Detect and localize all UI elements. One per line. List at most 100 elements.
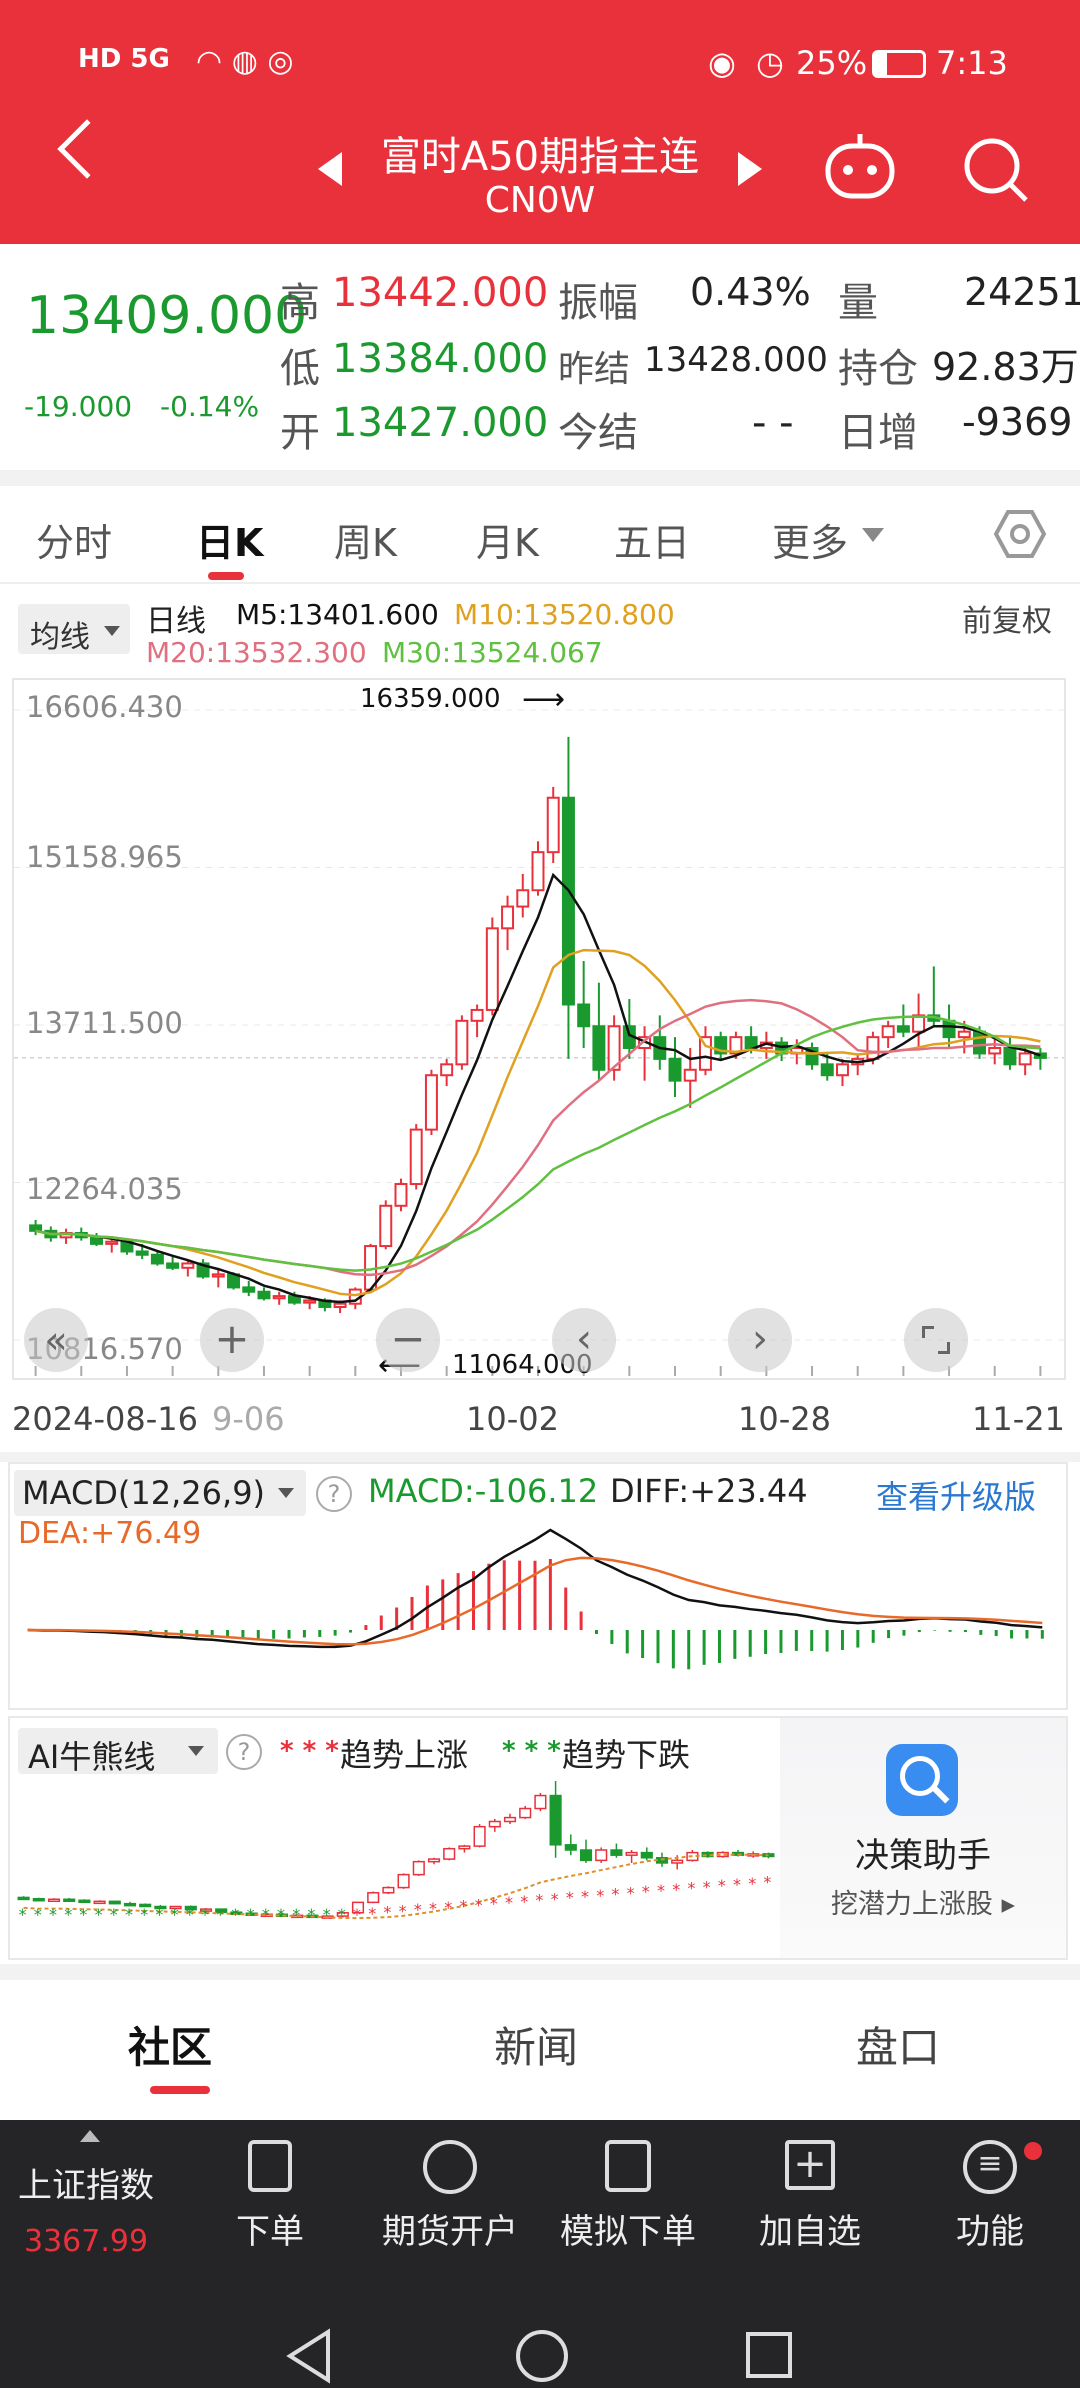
- rewind-icon[interactable]: «: [24, 1308, 88, 1372]
- adjust-label[interactable]: 前复权: [962, 596, 1052, 640]
- ai-candle-body: [610, 1849, 623, 1856]
- ai-signal-mark: *: [596, 1886, 604, 1905]
- tab-orderbook[interactable]: 盘口: [856, 2014, 940, 2075]
- candle-body: [744, 1036, 758, 1050]
- today-settle-value: - -: [752, 400, 794, 446]
- ma-button[interactable]: 均线: [18, 604, 130, 655]
- ai-signal-mark: *: [201, 1905, 209, 1924]
- ai-candle-body: [412, 1860, 425, 1876]
- help-icon[interactable]: ?: [226, 1734, 262, 1770]
- search-icon[interactable]: [960, 134, 1032, 206]
- ma-button-label: 均线: [30, 620, 90, 655]
- menu-icon: ≡: [963, 2140, 1017, 2194]
- ai-signal-mark: *: [566, 1888, 574, 1907]
- paper-trade-button[interactable]: 模拟下单: [548, 2140, 708, 2253]
- ai-candle-body: [47, 1898, 61, 1903]
- functions-button[interactable]: ≡ 功能: [920, 2140, 1060, 2253]
- wifi-icon: ◠ ◍ ◎: [196, 44, 294, 79]
- ai-candle-body: [108, 1900, 121, 1905]
- candle-body: [409, 1128, 423, 1186]
- divider: [0, 1964, 1080, 1980]
- tab-more[interactable]: 更多: [772, 512, 848, 567]
- y-tick: 16606.430: [26, 690, 183, 724]
- tab-daily-k[interactable]: 日K: [196, 512, 263, 567]
- next-contract-icon[interactable]: [738, 152, 762, 186]
- system-recent-icon[interactable]: [746, 2332, 792, 2378]
- open-label: 开: [280, 410, 320, 456]
- candle-body: [394, 1183, 408, 1207]
- ma-line-m10: [35, 948, 1041, 1297]
- ai-candle-body: [93, 1900, 106, 1905]
- divider: [0, 1452, 1080, 1462]
- index-name[interactable]: 上证指数: [18, 2158, 154, 2207]
- bottom-toolbar: 上证指数 3367.99 下单 期货开户 模拟下单 + 加自选 ≡ 功能: [0, 2120, 1080, 2388]
- volume-label: 量: [838, 280, 878, 326]
- tab-weekly-k[interactable]: 周K: [334, 512, 397, 567]
- candle-body: [181, 1262, 195, 1269]
- ai-signal-mark: *: [687, 1879, 695, 1898]
- candle-body: [29, 1224, 43, 1232]
- tab-community[interactable]: 社区: [128, 2014, 212, 2075]
- robot-icon[interactable]: [820, 130, 900, 206]
- x-tick: 10-28: [738, 1400, 831, 1438]
- scroll-left-icon[interactable]: ‹: [552, 1308, 616, 1372]
- battery-percent: 25%: [796, 44, 868, 82]
- ai-signal-mark: *: [383, 1903, 391, 1922]
- decision-helper-card[interactable]: 决策助手 挖潜力上涨股 ▸: [780, 1718, 1066, 1958]
- ai-candle-body: [78, 1899, 91, 1904]
- ai-candle-body: [595, 1849, 608, 1862]
- fullscreen-icon[interactable]: [904, 1308, 968, 1372]
- alarm-icon: ◷: [756, 44, 784, 82]
- candle-body: [973, 1030, 986, 1055]
- order-button[interactable]: 下单: [210, 2140, 330, 2253]
- zoom-in-icon[interactable]: +: [200, 1308, 264, 1372]
- system-home-icon[interactable]: [516, 2330, 568, 2382]
- divider: [0, 470, 1080, 486]
- index-value: 3367.99: [24, 2224, 149, 2259]
- candle-body: [379, 1204, 393, 1248]
- settings-icon[interactable]: [994, 508, 1046, 560]
- open-account-button[interactable]: 期货开户: [370, 2140, 530, 2253]
- candle-body: [501, 905, 515, 930]
- ai-candle-body: [397, 1873, 410, 1889]
- ai-signal-mark: *: [703, 1877, 711, 1896]
- today-settle-label: 今结: [558, 410, 638, 456]
- tab-news[interactable]: 新闻: [494, 2014, 578, 2075]
- prev-settle-label: 昨结: [558, 349, 631, 390]
- zoom-out-icon[interactable]: −: [376, 1308, 440, 1372]
- volume-value: 24251: [964, 270, 1080, 314]
- candle-body: [166, 1262, 180, 1269]
- ai-signal-mark: *: [171, 1905, 179, 1924]
- y-tick: 12264.035: [26, 1172, 183, 1206]
- expand-icon[interactable]: [80, 2130, 100, 2142]
- tab-five-day[interactable]: 五日: [614, 512, 690, 567]
- price-change-pct: -0.14%: [160, 390, 260, 423]
- system-back-icon[interactable]: [280, 2326, 340, 2386]
- candle-body: [455, 1019, 469, 1066]
- ai-signal-mark: *: [140, 1905, 148, 1924]
- ai-signal-mark: *: [186, 1905, 194, 1924]
- ai-signal-mark: *: [763, 1873, 771, 1892]
- ai-signal-mark: *: [338, 1905, 346, 1924]
- ai-signal-mark: *: [718, 1876, 726, 1895]
- ai-candle-body: [564, 1844, 577, 1851]
- tab-monthly-k[interactable]: 月K: [476, 512, 539, 567]
- ai-candle-body: [488, 1820, 501, 1828]
- tab-timeshare[interactable]: 分时: [36, 512, 112, 567]
- clock: 7:13: [936, 44, 1008, 82]
- ai-candle-body: [625, 1851, 638, 1856]
- ai-signal-mark: *: [505, 1893, 513, 1912]
- ai-signal-mark: *: [520, 1892, 528, 1911]
- ai-candle-body: [579, 1849, 593, 1862]
- scroll-right-icon[interactable]: ›: [728, 1308, 792, 1372]
- last-price: 13409.000: [26, 286, 308, 346]
- chevron-down-icon: [188, 1746, 204, 1756]
- add-watchlist-button[interactable]: + 加自选: [730, 2140, 890, 2253]
- high-label: 高: [280, 280, 320, 326]
- chevron-down-icon: [862, 528, 884, 542]
- ai-signal-mark: *: [535, 1891, 543, 1910]
- candle-body: [90, 1236, 103, 1245]
- ai-selector[interactable]: AI牛熊线: [18, 1728, 218, 1776]
- candle-body: [577, 1003, 591, 1028]
- candle-body: [211, 1273, 225, 1278]
